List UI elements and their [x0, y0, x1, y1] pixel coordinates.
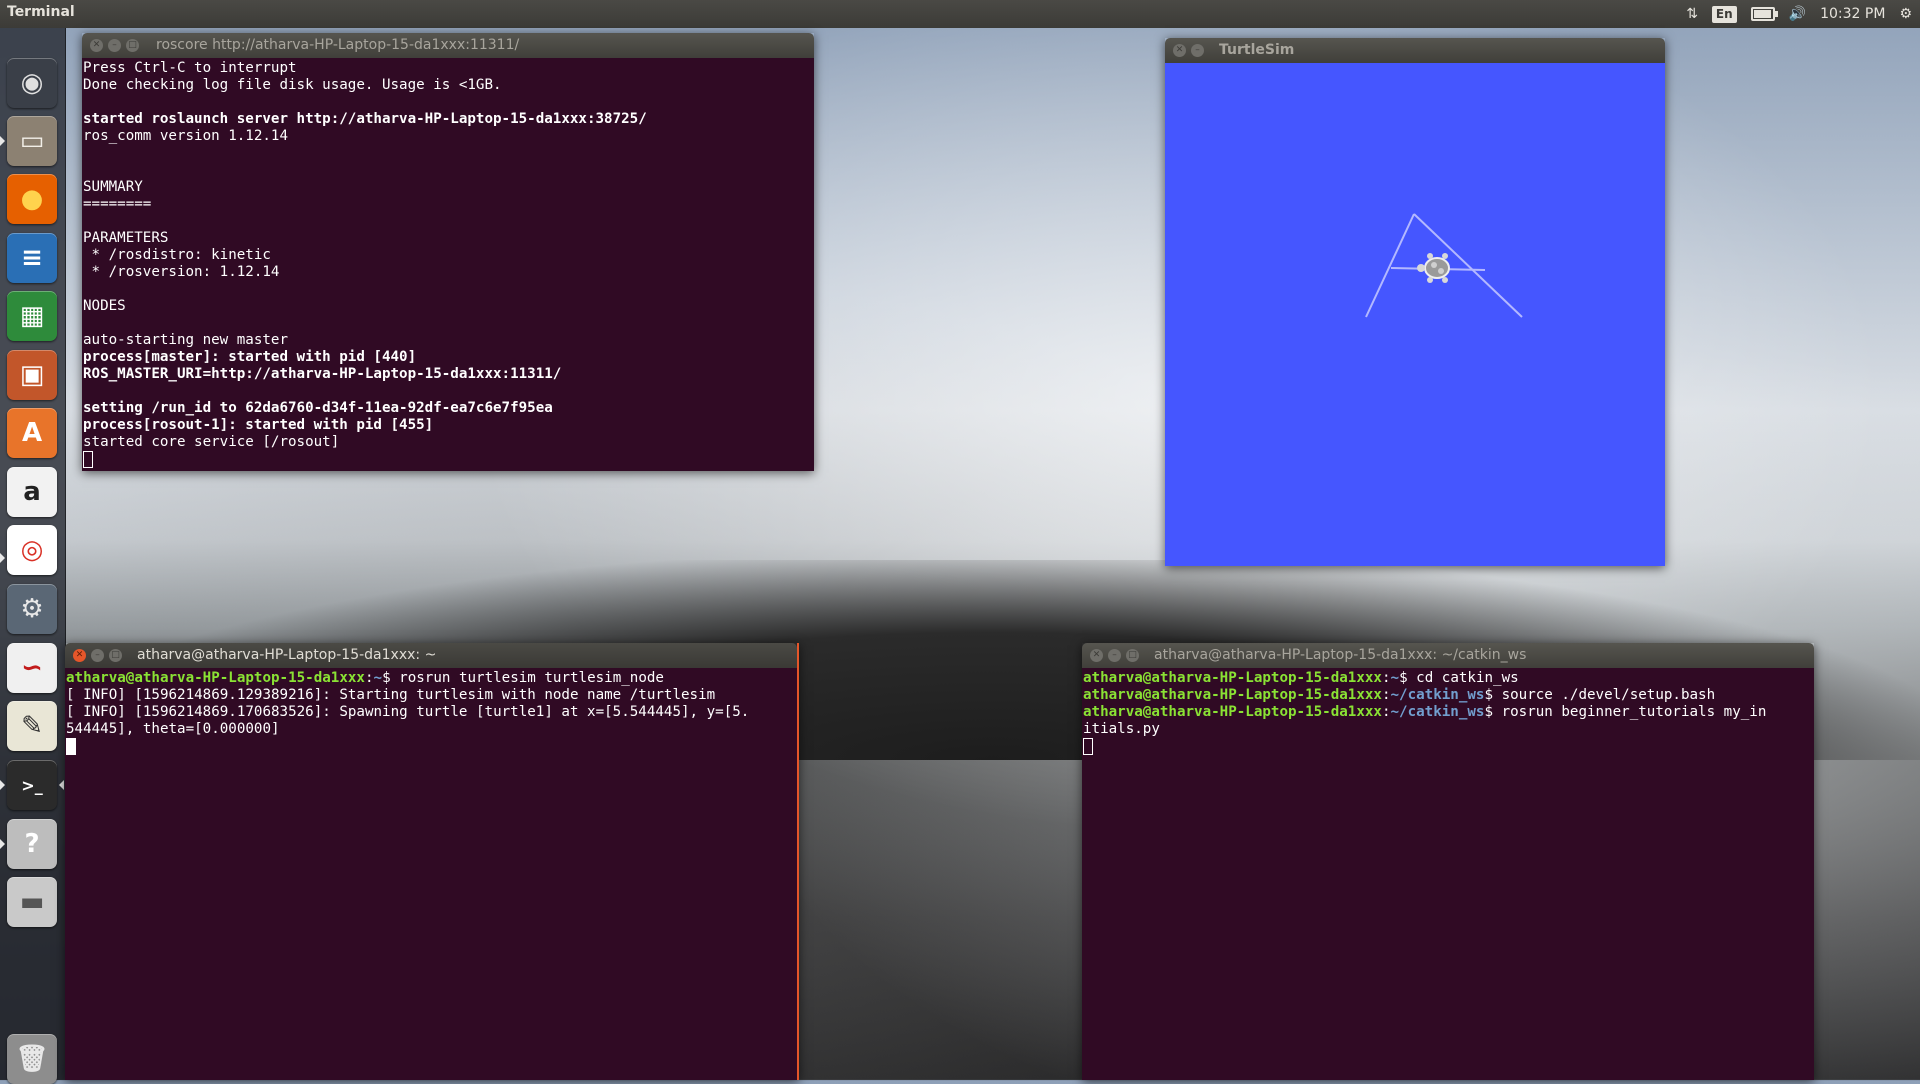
command-text: source ./devel/setup.bash — [1501, 687, 1716, 703]
focused-indicator — [59, 780, 64, 790]
pen-trail — [1365, 213, 1415, 318]
running-indicator — [0, 136, 5, 146]
terminal-output[interactable]: atharva@atharva-HP-Laptop-15-da1xxx:~$ r… — [65, 668, 797, 1080]
active-app-name: Terminal — [7, 4, 75, 20]
system-gear-icon[interactable]: ⚙ — [1899, 3, 1912, 25]
output-line: [ INFO] [1596214869.170683526]: Spawning… — [66, 704, 750, 720]
window-title: atharva@atharva-HP-Laptop-15-da1xxx: ~ — [137, 647, 437, 663]
prompt-path: ~/catkin_ws — [1390, 687, 1485, 703]
help-icon[interactable]: ? — [7, 819, 57, 869]
turtle-drawing — [1365, 213, 1523, 318]
maximize-button[interactable]: □ — [126, 39, 139, 52]
output-line: process[master]: started with pid [440] — [83, 349, 417, 365]
top-panel: Terminal ⇅ En 🔊 10:32 PM ⚙ — [0, 0, 1920, 28]
writer-icon[interactable]: ≡ — [7, 233, 57, 283]
command-text: rosrun beginner_tutorials my_in — [1501, 704, 1767, 720]
window-title: roscore http://atharva-HP-Laptop-15-da1x… — [156, 37, 520, 53]
dash-icon[interactable]: ◉ — [7, 58, 57, 108]
launcher: ◉ ▭ ● ≡ ▦ ▣ Aa ◎ ⚙ ∽ ✎ >_? ▬ 🗑 — [0, 28, 66, 1084]
window-title: atharva@atharva-HP-Laptop-15-da1xxx: ~/c… — [1154, 647, 1527, 663]
output-line: SUMMARY — [83, 179, 143, 195]
clock[interactable]: 10:32 PM — [1820, 3, 1885, 25]
maximize-button[interactable]: □ — [1126, 649, 1139, 662]
minimize-button[interactable]: – — [1108, 649, 1121, 662]
output-line: * /rosdistro: kinetic — [83, 247, 271, 263]
output-line: process[rosout-1]: started with pid [455… — [83, 417, 434, 433]
indicator-area: ⇅ En 🔊 10:32 PM ⚙ — [1686, 3, 1912, 25]
window-titlebar[interactable]: ✕ – □ atharva@atharva-HP-Laptop-15-da1xx… — [65, 643, 797, 668]
window-title: TurtleSim — [1219, 42, 1295, 58]
output-line: auto-starting new master — [83, 332, 288, 348]
output-line: PARAMETERS — [83, 230, 169, 246]
minimize-button[interactable]: – — [91, 649, 104, 662]
prompt-user: atharva@atharva-HP-Laptop-15-da1xxx — [1083, 704, 1382, 720]
keyboard-language-indicator[interactable]: En — [1711, 5, 1737, 23]
calc-icon[interactable]: ▦ — [7, 291, 57, 341]
chrome-icon[interactable]: ◎ — [7, 525, 57, 575]
terminal-output[interactable]: Press Ctrl-C to interrupt Done checking … — [82, 58, 814, 471]
firefox-icon[interactable]: ● — [7, 174, 57, 224]
command-text: rosrun turtlesim turtlesim_node — [399, 670, 664, 686]
command-text-wrapped: itials.py — [1083, 721, 1160, 737]
catkin-terminal-window[interactable]: ✕ – □ atharva@atharva-HP-Laptop-15-da1xx… — [1082, 643, 1814, 1080]
close-button[interactable]: ✕ — [73, 649, 86, 662]
prompt-user: atharva@atharva-HP-Laptop-15-da1xxx — [1083, 687, 1382, 703]
running-indicator — [0, 839, 5, 849]
minimize-button[interactable]: – — [1191, 44, 1204, 57]
command-text: cd catkin_ws — [1416, 670, 1519, 686]
window-titlebar[interactable]: ✕ – TurtleSim — [1165, 38, 1665, 63]
network-icon[interactable]: ⇅ — [1686, 3, 1698, 25]
maximize-button[interactable]: □ — [109, 649, 122, 662]
output-line: 544445], theta=[0.000000] — [66, 721, 280, 737]
running-indicator — [0, 553, 5, 563]
prompt-path: ~ — [373, 670, 383, 686]
text-cursor — [83, 451, 93, 468]
text-cursor — [66, 738, 76, 755]
prompt-path: ~ — [1390, 670, 1400, 686]
close-button[interactable]: ✕ — [1173, 44, 1186, 57]
output-line: started roslaunch server http://atharva-… — [83, 111, 647, 127]
pdf-reader-icon[interactable]: ∽ — [7, 643, 57, 693]
window-titlebar[interactable]: ✕ – □ atharva@atharva-HP-Laptop-15-da1xx… — [1082, 643, 1814, 668]
output-line: Done checking log file disk usage. Usage… — [83, 77, 502, 93]
software-center-icon[interactable]: A — [7, 408, 57, 458]
close-button[interactable]: ✕ — [1090, 649, 1103, 662]
output-line: setting /run_id to 62da6760-d34f-11ea-92… — [83, 400, 553, 416]
window-titlebar[interactable]: ✕ – □ roscore http://atharva-HP-Laptop-1… — [82, 33, 814, 58]
volume-icon[interactable]: 🔊 — [1789, 3, 1806, 25]
output-line: Press Ctrl-C to interrupt — [83, 60, 297, 76]
output-line: NODES — [83, 298, 126, 314]
amazon-icon[interactable]: a — [7, 467, 57, 517]
files-icon[interactable]: ▭ — [7, 116, 57, 166]
output-line: ROS_MASTER_URI=http://atharva-HP-Laptop-… — [83, 366, 562, 382]
minimize-button[interactable]: – — [108, 39, 121, 52]
turtlesim-window[interactable]: ✕ – TurtleSim — [1165, 38, 1665, 566]
battery-icon[interactable] — [1750, 3, 1778, 25]
running-indicator — [0, 780, 5, 790]
prompt-user: atharva@atharva-HP-Laptop-15-da1xxx — [1083, 670, 1382, 686]
trash-icon[interactable]: 🗑 — [7, 1034, 57, 1084]
output-line: ros_comm version 1.12.14 — [83, 128, 288, 144]
terminal-output[interactable]: atharva@atharva-HP-Laptop-15-da1xxx:~$ c… — [1082, 668, 1814, 1080]
settings-icon[interactable]: ⚙ — [7, 584, 57, 634]
output-line: * /rosversion: 1.12.14 — [83, 264, 280, 280]
output-line: ======== — [83, 196, 152, 212]
roscore-terminal-window[interactable]: ✕ – □ roscore http://atharva-HP-Laptop-1… — [82, 33, 814, 471]
terminal-icon[interactable]: >_ — [7, 760, 57, 810]
prompt-user: atharva@atharva-HP-Laptop-15-da1xxx — [66, 670, 365, 686]
turtlesim-canvas — [1165, 63, 1665, 566]
output-line: [ INFO] [1596214869.129389216]: Starting… — [66, 687, 716, 703]
text-editor-icon[interactable]: ✎ — [7, 701, 57, 751]
drive-icon[interactable]: ▬ — [7, 877, 57, 927]
output-line: started core service [/rosout] — [83, 434, 340, 450]
prompt-path: ~/catkin_ws — [1390, 704, 1485, 720]
turtlesim-node-terminal-window[interactable]: ✕ – □ atharva@atharva-HP-Laptop-15-da1xx… — [65, 643, 799, 1080]
turtle-icon — [1417, 253, 1450, 283]
close-button[interactable]: ✕ — [90, 39, 103, 52]
impress-icon[interactable]: ▣ — [7, 350, 57, 400]
text-cursor — [1083, 738, 1093, 755]
